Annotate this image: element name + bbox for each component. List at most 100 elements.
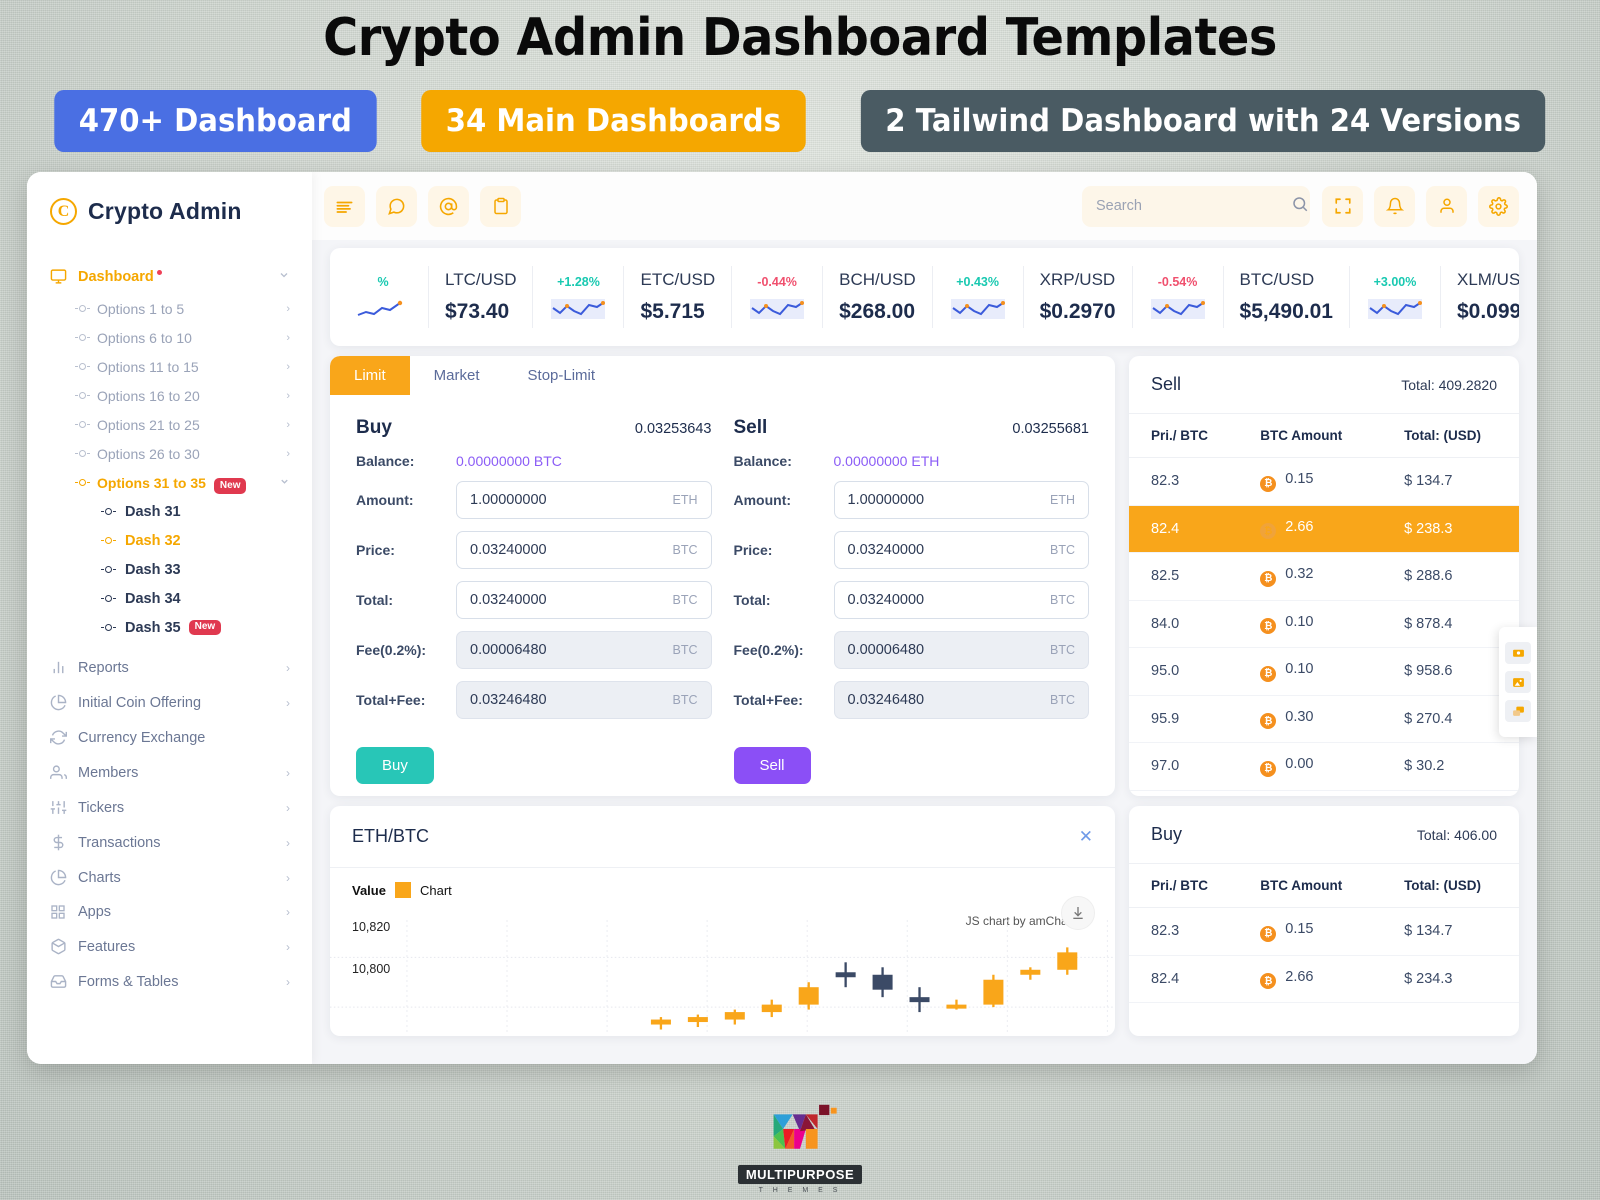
bell-icon[interactable] [1374,185,1415,227]
sidebar-item-initial-coin-offering[interactable]: Initial Coin Offering › [27,685,312,720]
ticker-item-xrp[interactable]: XRP/USD $0.2970 [1024,266,1133,328]
sell-price-input[interactable]: 0.03240000 BTC [833,531,1089,569]
bitcoin-icon: ₿ [1260,523,1277,539]
sell-button[interactable]: Sell [733,747,811,784]
bullet-icon [101,566,125,573]
search-icon[interactable] [1291,195,1309,218]
search-box[interactable] [1082,185,1310,227]
sidebar-item-dash-32[interactable]: Dash 32 [27,526,312,555]
buy-total-input[interactable]: 0.03240000 BTC [456,581,712,619]
tab-limit[interactable]: Limit [330,356,410,395]
sidebar-item-options-16-20[interactable]: Options 16 to 20 › [27,381,312,410]
sidebar-item-label: Options 26 to 30 [97,445,200,462]
buy-total-row: Total: 0.03240000 BTC [356,581,712,619]
sell-order-book: Sell Total: 409.2820 Pri./ BTC BTC Amoun… [1129,356,1519,796]
search-input[interactable] [1096,198,1283,214]
table-row[interactable]: 84.0 ₿ 0.10 $ 878.4 [1129,600,1519,648]
clipboard-icon[interactable] [480,185,521,227]
sidebar-item-options-6-10[interactable]: Options 6 to 10 › [27,323,312,352]
buy-button[interactable]: Buy [356,747,434,784]
buy-rate: 0.03253643 [634,421,712,437]
sell-total-input[interactable]: 0.03240000 BTC [833,581,1089,619]
table-row[interactable]: 97.0 ₿ 0.00 $ 30.2 [1129,742,1519,791]
ticker-price: $5,490.01 [1239,300,1333,323]
sparkline-icon [1150,299,1205,319]
sidebar-item-features[interactable]: Features › [27,929,312,964]
user-icon[interactable] [1426,185,1467,227]
sidebar-item-tickers[interactable]: Tickers › [27,790,312,825]
sparkline-icon [357,300,403,316]
chevron-right-icon: › [286,695,290,710]
table-row[interactable]: 82.5 ₿ 0.32 $ 288.6 [1129,552,1519,601]
sidebar-item-dash-33[interactable]: Dash 33 [27,555,312,584]
sidebar-item-dash-31[interactable]: Dash 31 [27,497,312,526]
sidebar-item-charts[interactable]: Charts › [27,860,312,895]
input-unit: BTC [1050,643,1075,657]
sidebar-item-forms-tables[interactable]: Forms & Tables › [27,964,312,999]
cell-amount: ₿ 0.30 [1238,695,1383,743]
buy-form: Buy 0.03253643 Balance: 0.00000000 BTC A… [356,417,712,731]
sidebar-item-label: Options 1 to 5 [97,300,185,317]
close-icon[interactable]: ✕ [1079,827,1093,847]
sell-total-fee-row: Total+Fee: 0.03246480 BTC [734,681,1089,719]
ticker-pair: BTC/USD [1239,270,1315,289]
sidebar-item-options-26-30[interactable]: Options 26 to 30 › [27,439,312,468]
sell-fee-row: Fee(0.2%): 0.00006480 BTC [734,631,1089,669]
ticker-item-partial-left[interactable]: % [338,266,429,328]
brand[interactable]: C Crypto Admin [27,172,312,225]
cell-amount: ₿ 0.10 [1238,647,1383,696]
sidebar-item-options-31-35[interactable]: Options 31 to 35 New [27,468,312,497]
chat-box-icon[interactable] [1505,700,1531,722]
sidebar-item-dash-34[interactable]: Dash 34 [27,584,312,613]
buy-balance-row: Balance: 0.00000000 BTC [356,453,712,469]
screen-icon[interactable] [1505,642,1531,664]
buy-price-input[interactable]: 0.03240000 BTC [456,531,712,569]
ticker-pair: LTC/USD [445,270,517,289]
at-icon[interactable] [428,185,469,227]
sidebar-item-dash-35[interactable]: Dash 35 New [27,613,312,642]
cell-price: 82.4 [1129,505,1239,553]
sidebar-item-currency-exchange[interactable]: Currency Exchange [27,720,312,755]
sidebar-item-options-21-25[interactable]: Options 21 to 25 › [27,410,312,439]
sidebar-item-reports[interactable]: Reports › [27,650,312,685]
chevron-right-icon: › [286,418,290,431]
table-row[interactable]: 95.0 ₿ 0.10 $ 958.6 [1129,647,1519,696]
sidebar-item-options-1-5[interactable]: Options 1 to 5 › [27,294,312,323]
sidebar-item-apps[interactable]: Apps › [27,895,312,929]
cell-total: $ 30.2 [1382,742,1519,791]
table-row[interactable]: 82.4 ₿ 2.66 $ 238.3 [1129,505,1519,553]
sidebar-item-dashboard[interactable]: Dashboard [27,259,312,294]
sidebar-item-options-11-15[interactable]: Options 11 to 15 › [27,352,312,381]
promo-badge-2: 34 Main Dashboards [420,90,805,152]
tab-stop-limit[interactable]: Stop-Limit [504,356,620,395]
bullet-icon [75,334,97,341]
table-row[interactable]: 82.3 ₿ 0.15 $ 134.7 [1129,457,1519,506]
ticker-price: $268.00 [839,300,916,323]
bitcoin-icon: ₿ [1260,570,1277,587]
ticker-item-btc[interactable]: BTC/USD $5,490.01 [1224,266,1350,328]
chat-icon[interactable] [376,185,417,227]
ticker-item-xlm[interactable]: XLM/USD $0.0990 [1441,266,1519,328]
sidebar-item-members[interactable]: Members › [27,755,312,790]
buy-amount-input[interactable]: 1.00000000 ETH [456,481,712,519]
sidebar-item-label: Dash 33 [125,561,181,578]
sidebar-item-label: Options 16 to 20 [97,387,200,404]
sidebar-item-transactions[interactable]: Transactions › [27,825,312,860]
ticker-item-ltc[interactable]: LTC/USD $73.40 [429,266,534,328]
chart-panel: ETH/BTC ✕ Value Chart JS chart by amChar… [330,806,1115,1036]
image-icon[interactable] [1505,671,1531,693]
menu-icon[interactable] [324,185,365,227]
gear-icon[interactable] [1478,185,1519,227]
sell-amount-input[interactable]: 1.00000000 ETH [833,481,1089,519]
ticker-item-bch[interactable]: BCH/USD $268.00 [823,266,933,328]
sell-total-label: Total: [733,592,771,608]
tab-market[interactable]: Market [410,356,504,395]
cell-price: 82.5 [1129,552,1239,601]
table-row[interactable]: 95.9 ₿ 0.30 $ 270.4 [1129,695,1519,743]
fullscreen-icon[interactable] [1322,185,1363,227]
ticker-item-etc[interactable]: ETC/USD $5.715 [624,266,733,328]
bullet-icon [75,392,97,399]
table-row[interactable]: 82.3 ₿ 0.15 $ 134.7 [1129,907,1519,956]
table-row[interactable]: 82.4 ₿ 2.66 $ 234.3 [1129,955,1519,1003]
col-total: Total: (USD) [1382,864,1519,908]
